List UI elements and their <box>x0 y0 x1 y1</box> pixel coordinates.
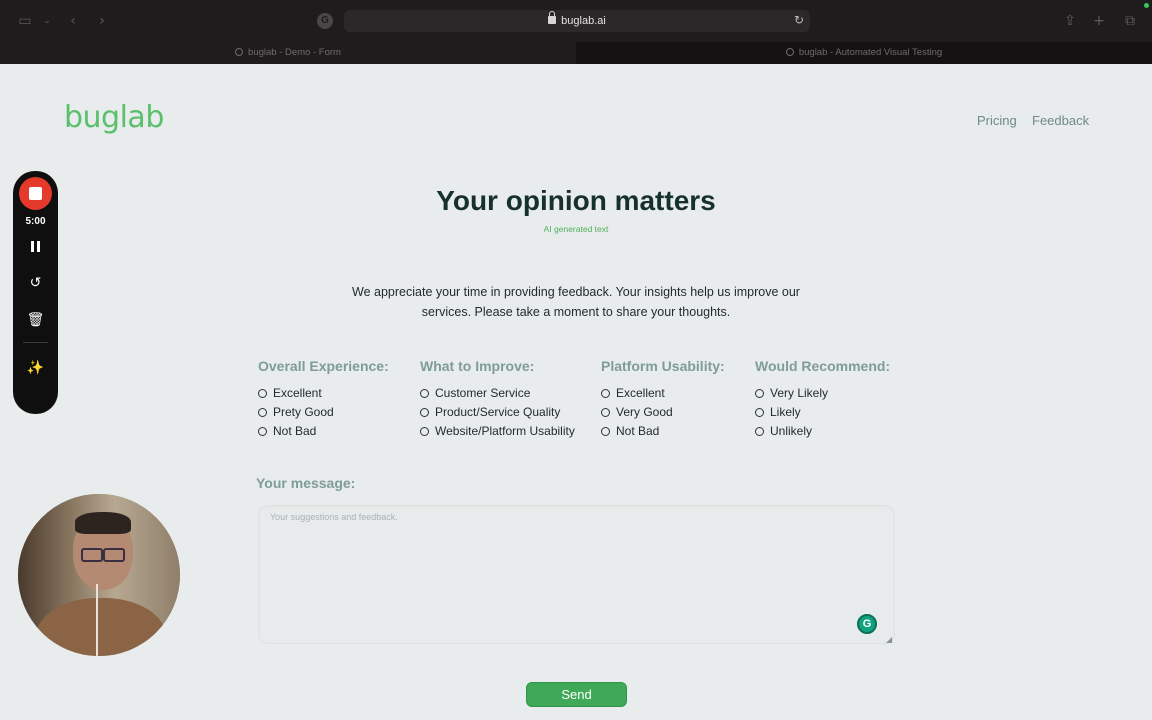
radio-button[interactable] <box>258 407 267 417</box>
message-label: Your message: <box>256 475 356 491</box>
nav-pricing[interactable]: Pricing <box>977 113 1017 128</box>
option-label: Excellent <box>616 386 665 400</box>
url-text: buglab.ai <box>561 15 606 27</box>
option-label: Very Likely <box>770 386 829 400</box>
bug-icon <box>235 48 244 56</box>
radio-option[interactable]: Excellent <box>601 386 665 400</box>
radio-button[interactable] <box>755 388 764 398</box>
lock-icon <box>548 11 557 24</box>
option-label: Customer Service <box>435 386 531 400</box>
radio-option[interactable]: Customer Service <box>420 386 530 400</box>
trash-icon[interactable]: 🗑 <box>13 309 58 331</box>
reload-icon[interactable]: ↻ <box>794 13 804 27</box>
nav-feedback[interactable]: Feedback <box>1032 113 1089 128</box>
radio-button[interactable] <box>601 407 610 417</box>
radio-button[interactable] <box>755 407 764 417</box>
group-title: What to Improve: <box>420 358 535 374</box>
group-overall-experience: Overall Experience: Excellent Prety Good… <box>258 358 389 438</box>
radio-option[interactable]: Very Good <box>601 405 673 419</box>
recording-indicator <box>1144 3 1149 8</box>
radio-button[interactable] <box>258 426 267 436</box>
option-label: Excellent <box>273 386 322 400</box>
option-label: Not Bad <box>273 424 317 438</box>
radio-button[interactable] <box>258 388 267 398</box>
intro-text: We appreciate your time in providing fee… <box>352 285 800 319</box>
group-title: Would Recommend: <box>755 358 891 374</box>
radio-option[interactable]: Not Bad <box>258 424 316 438</box>
buglab-logo[interactable]: buglab <box>64 100 164 135</box>
tab-title: buglab - Automated Visual Testing <box>798 47 943 58</box>
tab-demo-form[interactable]: buglab - Demo - Form <box>0 42 576 64</box>
bug-icon <box>785 48 794 56</box>
radio-button[interactable] <box>420 388 429 398</box>
effects-icon[interactable]: ✨ <box>13 357 58 379</box>
recording-timer: 5:00 <box>25 216 46 227</box>
restart-icon[interactable]: ↺ <box>13 272 58 294</box>
option-label: Very Good <box>616 405 673 419</box>
person-hair <box>75 512 131 534</box>
logo-text: buglab <box>64 100 164 135</box>
tab-strip: buglab - Demo - Form buglab - Automated … <box>0 42 1152 64</box>
option-label: Unlikely <box>770 424 813 438</box>
browser-toolbar: ▭ ⌄ ‹ › G buglab.ai ↻ ⇪ + ⧉ <box>0 0 1152 42</box>
ai-generated-note: AI generated text <box>543 224 609 234</box>
group-platform-usability: Platform Usability: Excellent Very Good … <box>601 358 725 438</box>
radio-button[interactable] <box>755 426 764 436</box>
webcam-bubble[interactable] <box>18 494 180 656</box>
radio-option[interactable]: Very Likely <box>755 386 828 400</box>
page-title: Your opinion matters <box>436 185 716 216</box>
option-label: Not Bad <box>616 424 660 438</box>
grammarly-icon[interactable]: G <box>857 614 877 634</box>
pause-icon[interactable] <box>13 236 58 258</box>
group-title: Platform Usability: <box>601 358 725 374</box>
radio-option[interactable]: Likely <box>755 405 801 419</box>
send-button[interactable]: Send <box>526 682 627 707</box>
earphone-cord <box>96 584 98 656</box>
radio-button[interactable] <box>420 407 429 417</box>
radio-option[interactable]: Product/Service Quality <box>420 405 560 419</box>
group-would-recommend: Would Recommend: Very Likely Likely Unli… <box>755 358 891 438</box>
stop-recording-button[interactable] <box>19 177 52 210</box>
divider <box>23 342 48 343</box>
option-label: Prety Good <box>273 405 334 419</box>
forward-icon[interactable]: › <box>93 12 111 30</box>
tab-title: buglab - Demo - Form <box>248 47 341 58</box>
new-tab-icon[interactable]: + <box>1090 12 1108 30</box>
browser-chrome: ▭ ⌄ ‹ › G buglab.ai ↻ ⇪ + ⧉ buglab - Dem… <box>0 0 1152 64</box>
radio-option[interactable]: Website/Platform Usability <box>420 424 575 438</box>
back-icon[interactable]: ‹ <box>64 12 82 30</box>
radio-button[interactable] <box>601 426 610 436</box>
option-label: Website/Platform Usability <box>435 424 575 438</box>
message-textarea[interactable] <box>258 505 895 644</box>
chevron-down-icon[interactable]: ⌄ <box>38 12 56 30</box>
radio-option[interactable]: Excellent <box>258 386 322 400</box>
radio-option[interactable]: Unlikely <box>755 424 812 438</box>
option-label: Product/Service Quality <box>435 405 561 419</box>
grammarly-extension-icon[interactable]: G <box>317 13 333 29</box>
screen-recorder-panel: 5:00 ↺ 🗑 ✨ <box>13 171 58 414</box>
sidebar-toggle-icon[interactable]: ▭ <box>16 12 34 30</box>
address-bar[interactable]: buglab.ai ↻ <box>344 10 810 32</box>
resize-handle-icon[interactable]: ◢ <box>886 636 894 644</box>
group-title: Overall Experience: <box>258 358 389 374</box>
tab-visual-testing[interactable]: buglab - Automated Visual Testing <box>576 42 1152 64</box>
option-label: Likely <box>770 405 801 419</box>
tab-overview-icon[interactable]: ⧉ <box>1121 12 1139 30</box>
group-what-to-improve: What to Improve: Customer Service Produc… <box>420 358 575 438</box>
radio-option[interactable]: Prety Good <box>258 405 334 419</box>
glasses-icon <box>79 548 127 562</box>
radio-button[interactable] <box>601 388 610 398</box>
share-icon[interactable]: ⇪ <box>1061 12 1079 30</box>
radio-option[interactable]: Not Bad <box>601 424 659 438</box>
radio-button[interactable] <box>420 426 429 436</box>
